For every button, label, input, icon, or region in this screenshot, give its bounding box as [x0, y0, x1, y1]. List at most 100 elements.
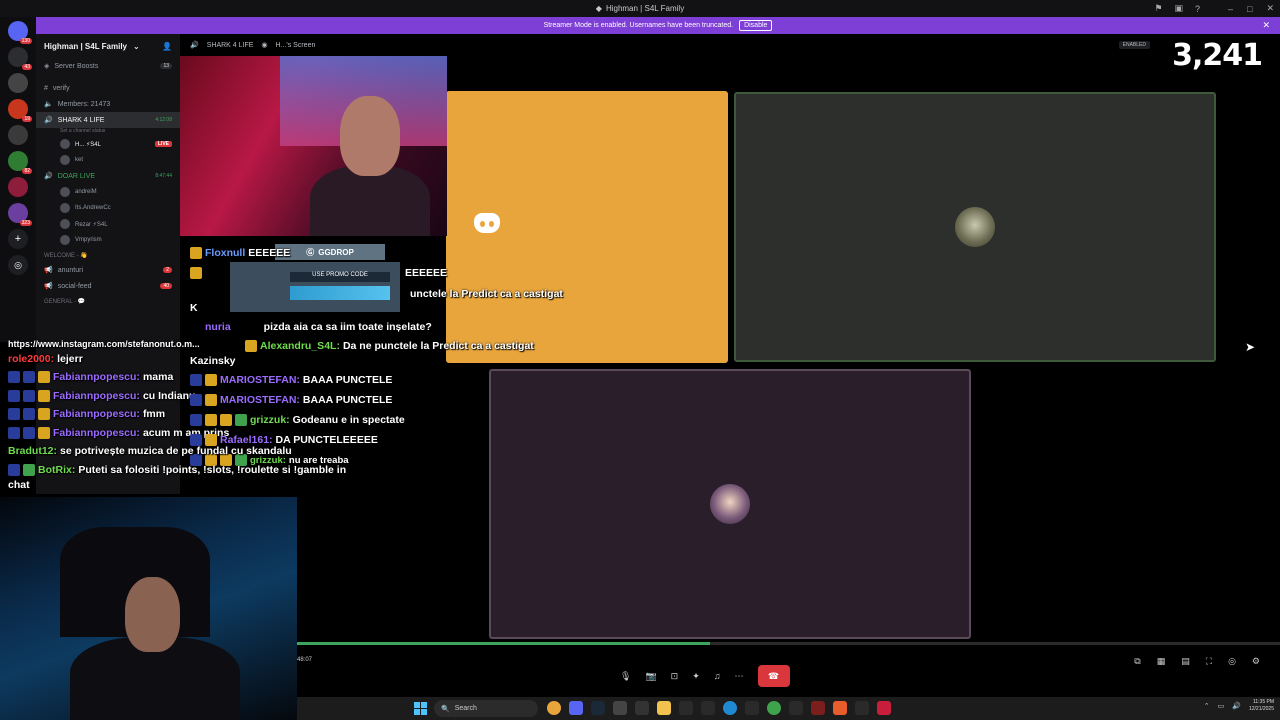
leave-call-button[interactable]: ☎ [757, 665, 790, 687]
viewer-count: 3,241 [1172, 38, 1263, 73]
chat-message: BotRix: Puteti sa folositi !points, !slot… [8, 464, 346, 476]
activities-icon[interactable]: ✦ [692, 671, 700, 682]
streamer-head [125, 577, 180, 652]
chat-message: chat [8, 479, 30, 491]
chat-message: K [190, 302, 198, 314]
invite-icon[interactable]: 👤 [162, 42, 172, 51]
call-channel-name: SHARK 4 LIFE [206, 41, 254, 49]
chat-message: Fabiannpopescu: mama [8, 371, 173, 383]
server-icon[interactable] [8, 125, 28, 145]
badge-icon [38, 408, 50, 420]
badge-icon [38, 371, 50, 383]
activity-icon[interactable]: ◎ [1228, 656, 1236, 667]
server-boosts[interactable]: ◈ Server Boosts 13 [36, 58, 180, 74]
server-icon[interactable]: 130 [8, 21, 32, 44]
sword-icon [190, 374, 202, 386]
hash-icon: # [44, 84, 48, 92]
chat-message: Alexandru_S4L: Da ne punctele la Predict … [245, 340, 534, 352]
soundboard-icon[interactable]: ♫ [714, 671, 721, 681]
call-controls: 🎙 📷 ⊡ ✦ ♫ ⋯ ☎ [620, 665, 790, 687]
voice-channel-shark[interactable]: 🔊 SHARK 4 LIFE 4:12:08 [36, 112, 180, 128]
mouse-cursor: ➤ [1245, 340, 1256, 354]
voice-user[interactable]: andreiM [36, 184, 180, 200]
edge-icon[interactable] [723, 701, 737, 715]
network-icon[interactable]: ▭ [1218, 702, 1225, 710]
server-icon[interactable] [8, 73, 28, 93]
xbox-icon[interactable] [767, 701, 781, 715]
chat-message: grizzuk: Godeanu e in spectate [190, 414, 405, 426]
channel-members[interactable]: 🔈 Members: 21473 [36, 96, 180, 112]
timecode: 48:07 [297, 657, 313, 663]
screen-share-icon[interactable]: ⊡ [671, 671, 679, 682]
settings-icon[interactable]: ⚙ [1252, 656, 1260, 667]
speaker-icon: 🔊 [44, 173, 53, 180]
app-icon[interactable] [745, 701, 759, 715]
chat-message: Fabiannpopescu: fmm [8, 408, 165, 420]
screen-icon: ◉ [261, 42, 268, 49]
chat-message: https://www.instagram.com/stefanonut.o.m… [8, 339, 200, 349]
server-icon[interactable]: 19 [8, 99, 32, 122]
server-header[interactable]: Highman | S4L Family ⌄ 👤 [36, 34, 180, 58]
discord-icon: ◆ [595, 4, 602, 13]
disable-button[interactable]: Disable [739, 20, 773, 31]
app-icon[interactable] [855, 701, 869, 715]
pin-icon[interactable]: ⚑ [1154, 3, 1162, 14]
voice-user[interactable]: Its.AndrewCc [36, 200, 180, 216]
crown-icon [190, 247, 202, 259]
folder-icon[interactable] [657, 701, 671, 715]
channel-verify[interactable]: # verify [36, 80, 180, 96]
progress-bar[interactable] [297, 642, 1280, 645]
voice-user[interactable]: ket [36, 152, 180, 168]
server-icon[interactable]: 82 [8, 151, 32, 174]
channel-status[interactable]: Set a channel status [36, 128, 180, 136]
close-icon[interactable]: ✕ [1262, 20, 1270, 31]
voice-channel-doar-live[interactable]: 🔊 DOAR LIVE 8:47:44 [36, 168, 180, 184]
server-icon[interactable]: 43 [8, 47, 32, 70]
inbox-icon[interactable]: ▣ [1174, 3, 1183, 14]
steam-icon[interactable] [591, 701, 605, 715]
layout-icon[interactable]: ▦ [1157, 656, 1166, 667]
participant-tile[interactable] [734, 92, 1216, 362]
app-icon[interactable] [877, 701, 891, 715]
streamer-body [310, 166, 430, 236]
camera-icon[interactable]: 📷 [645, 671, 656, 682]
chat-icon[interactable]: ▤ [1181, 656, 1190, 667]
microphone-icon[interactable]: 🎙 [620, 671, 631, 682]
app-icon[interactable] [635, 701, 649, 715]
app-icon[interactable] [613, 701, 627, 715]
avatar [60, 155, 70, 165]
maximize-button[interactable]: □ [1247, 4, 1252, 14]
server-icon[interactable] [8, 177, 28, 197]
server-icon[interactable]: 323 [8, 203, 32, 226]
badge-icon [205, 394, 217, 406]
webcam-overlay-bottom [0, 497, 297, 720]
fullscreen-icon[interactable]: ⛶ [1206, 656, 1212, 667]
start-button[interactable] [414, 702, 427, 715]
badge-icon [23, 390, 35, 402]
chevron-up-icon[interactable]: ⌃ [1204, 702, 1210, 710]
close-button[interactable]: ✕ [1266, 3, 1274, 14]
badge-icon [220, 414, 232, 426]
badge-icon [38, 427, 50, 439]
brave-icon[interactable] [833, 701, 847, 715]
chat-message: unctele la Predict ca a castigat [410, 288, 563, 300]
app-icon[interactable] [811, 701, 825, 715]
clock[interactable]: 11:35 PM 12/21/2025 [1249, 699, 1274, 713]
app-icon[interactable] [789, 701, 803, 715]
app-icon[interactable] [679, 701, 693, 715]
volume-icon[interactable]: 🔊 [1232, 702, 1241, 710]
discord-icon[interactable] [569, 701, 583, 715]
app-icon[interactable] [701, 701, 715, 715]
screen-share-label[interactable]: H...'s Screen [276, 42, 316, 49]
avatar [60, 187, 70, 197]
chat-message: MARIOSTEFAN: BAAA PUNCTELE [190, 374, 392, 386]
voice-user[interactable]: H... ⚡S4L LIVE [36, 136, 180, 152]
popout-icon[interactable]: ⧉ [1134, 656, 1140, 667]
chat-message: Fabiannpopescu: cu Indianu [8, 390, 195, 402]
help-icon[interactable]: ? [1195, 4, 1200, 14]
speaker-icon: 🔈 [44, 101, 53, 108]
chrome-icon[interactable] [547, 701, 561, 715]
more-icon[interactable]: ⋯ [735, 671, 744, 682]
minimize-button[interactable]: – [1228, 4, 1233, 14]
taskbar-search[interactable]: 🔍 Search [434, 700, 538, 717]
